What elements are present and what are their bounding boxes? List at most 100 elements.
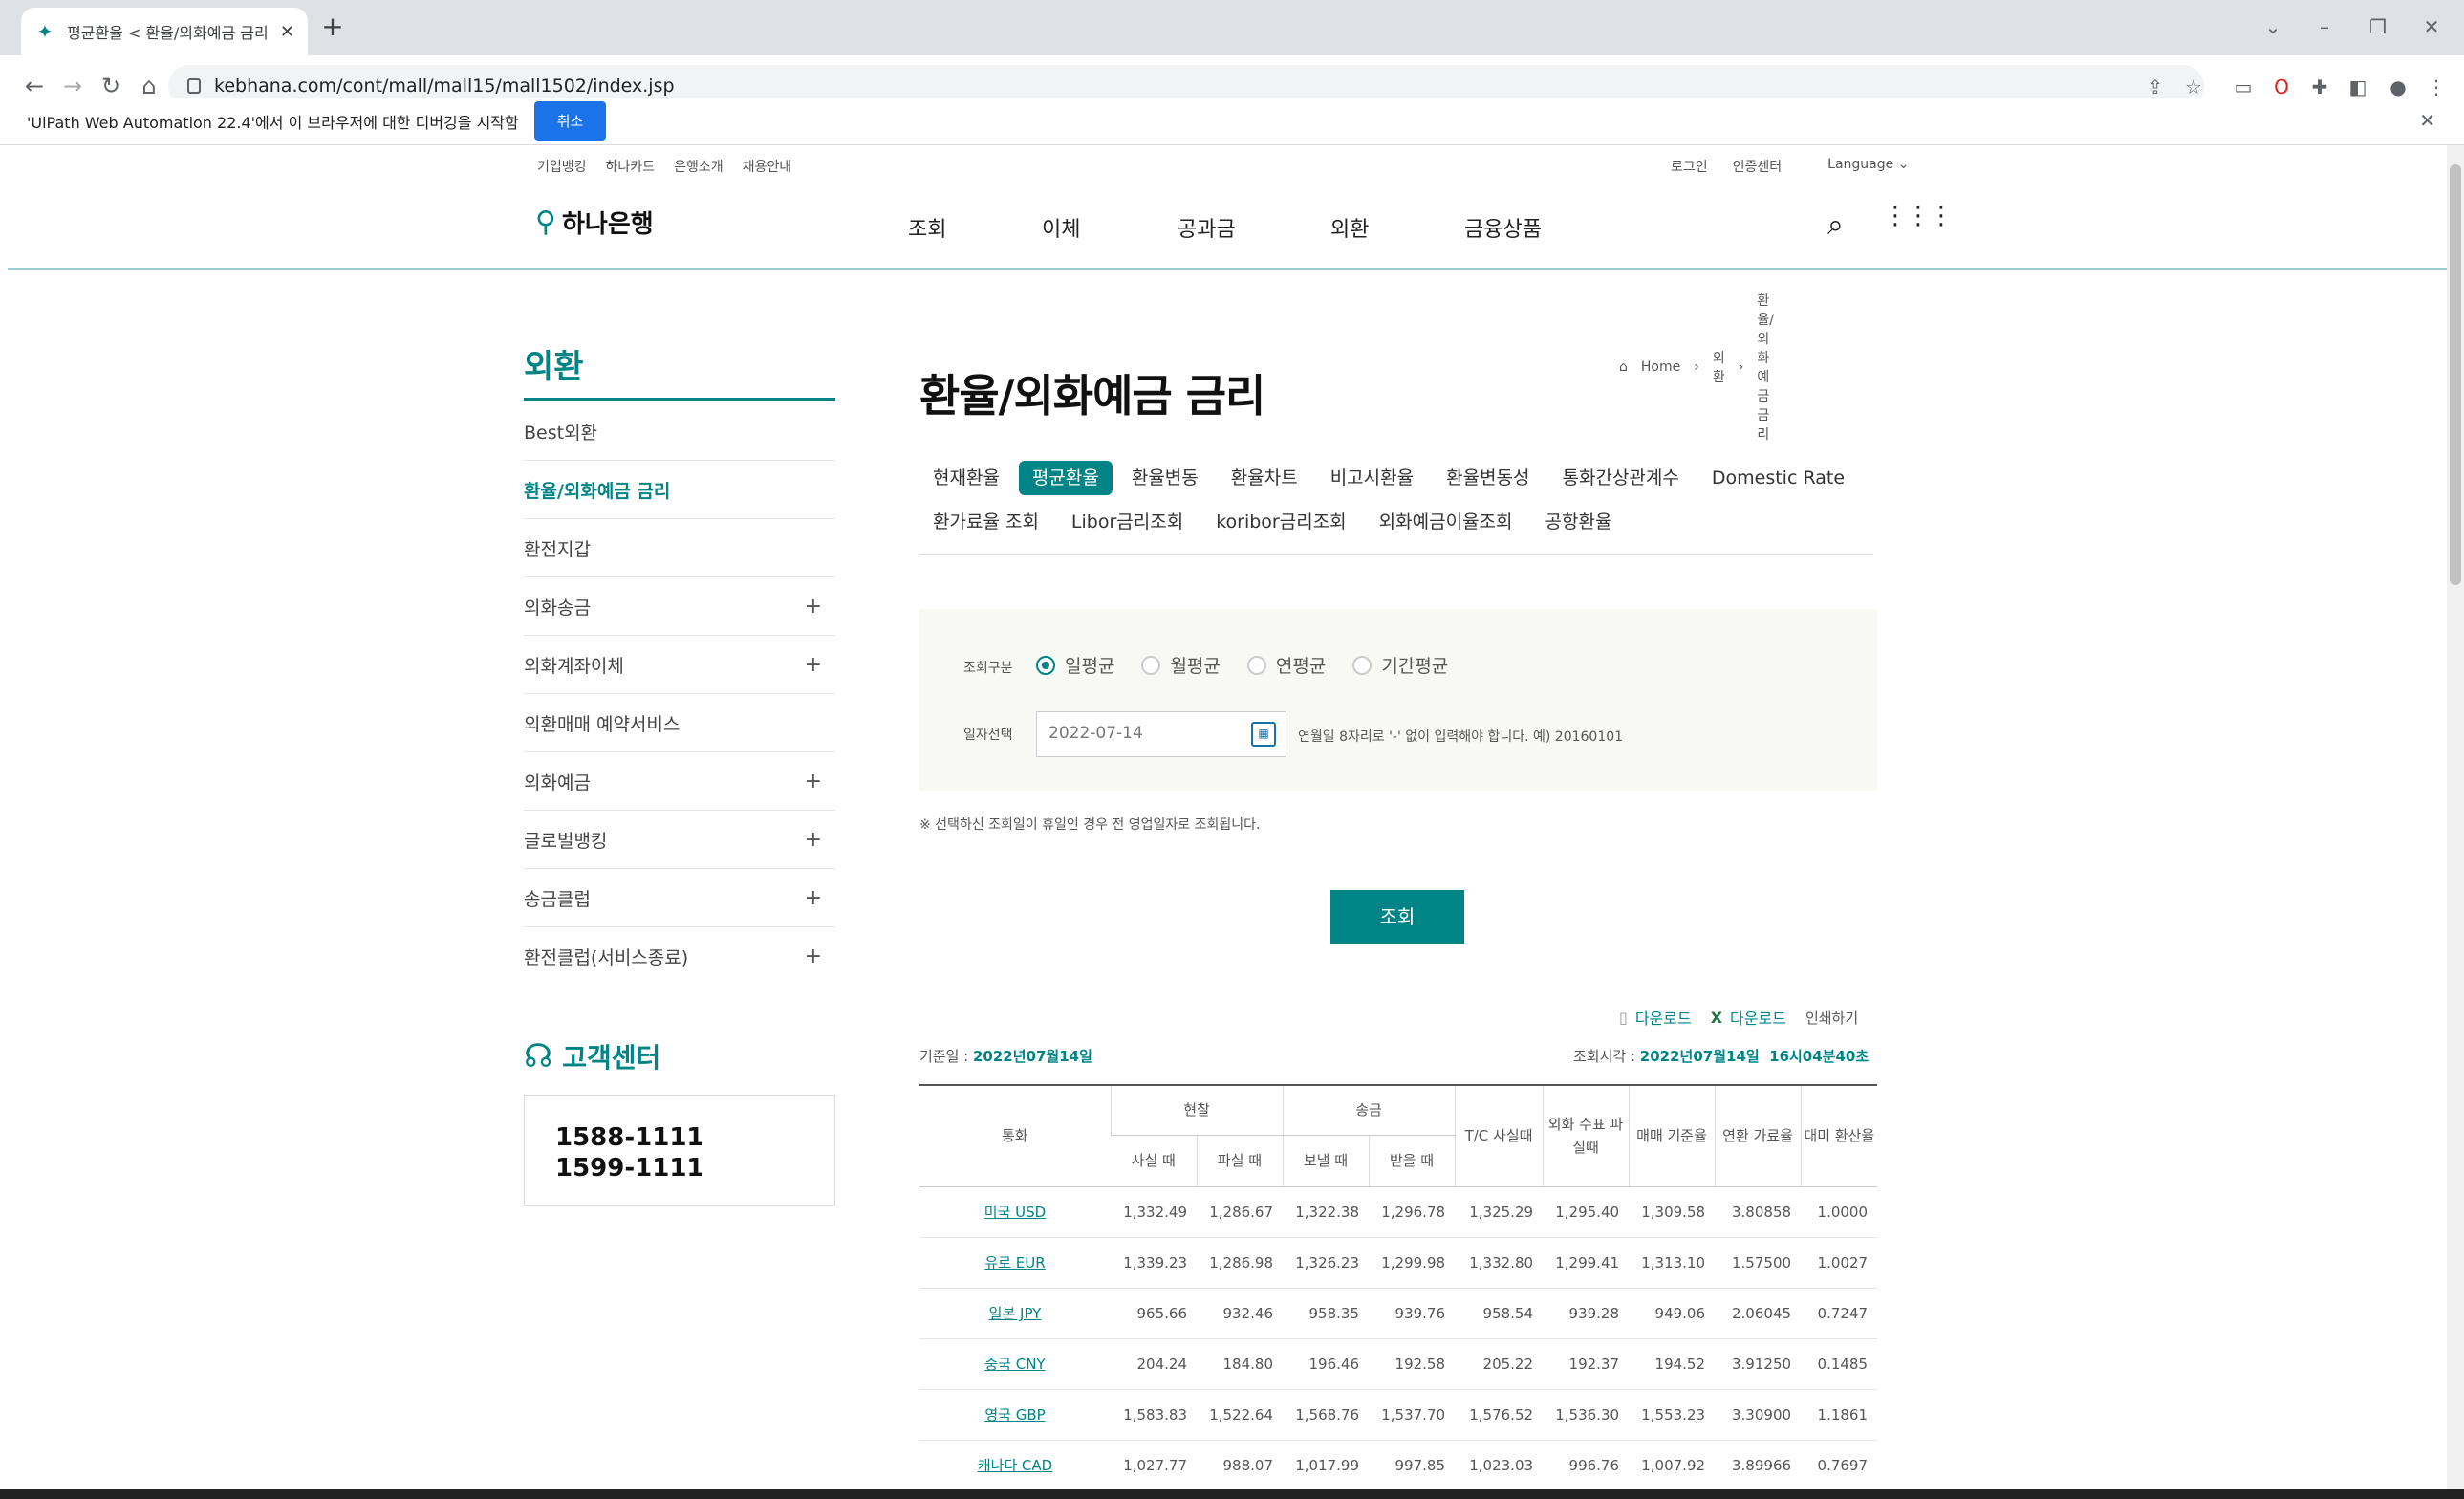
- gnb-foreign-exchange[interactable]: 외환: [1330, 212, 1369, 243]
- download-links: ▯ 다운로드 X 다운로드 인쇄하기: [1619, 1006, 1858, 1029]
- page-scrollbar[interactable]: [2447, 145, 2464, 1499]
- login-link[interactable]: 로그인: [1671, 157, 1708, 176]
- breadcrumb-fx[interactable]: 외환: [1713, 348, 1725, 386]
- search-icon[interactable]: ⌕: [1827, 208, 1844, 242]
- currency-cell: 유로 EUR: [919, 1237, 1111, 1289]
- scrollbar-thumb[interactable]: [2450, 164, 2461, 585]
- language-select[interactable]: Language ⌄: [1827, 157, 1909, 176]
- lnb-item-label: 외환매매 예약서비스: [524, 713, 681, 735]
- plus-icon[interactable]: +: [805, 595, 822, 619]
- tab-search-icon[interactable]: ⌄: [2254, 10, 2292, 44]
- phone-number: 1588-1111: [555, 1123, 704, 1152]
- table-row: 일본 JPY 965.66 932.46 958.35 939.76 958.54 939.…: [919, 1288, 1878, 1339]
- tab-current-rate[interactable]: 현재환율: [919, 461, 1013, 495]
- lnb-item[interactable]: 환전클럽(서비스종료) +: [524, 927, 835, 986]
- currency-link[interactable]: 일본 JPY: [989, 1305, 1042, 1322]
- lnb-item-active[interactable]: 환율/외화예금 금리: [524, 461, 835, 519]
- all-menu-grid-icon[interactable]: ⋮⋮⋮: [1883, 204, 1954, 228]
- radio-dot[interactable]: [1141, 655, 1161, 675]
- close-tab-icon[interactable]: ✕: [280, 22, 294, 42]
- lnb-item[interactable]: 송금클럽 +: [524, 869, 835, 927]
- radio-daily-average[interactable]: 일평균: [1036, 652, 1114, 678]
- customer-center-title: ☊ 고객센터: [524, 1037, 660, 1075]
- minimize-icon[interactable]: –: [2305, 10, 2344, 44]
- subtab-row-1: 현재환율 평균환율 환율변동 환율차트 비고시환율 환율변동성 통화간상관계수 …: [919, 461, 1858, 495]
- plus-icon[interactable]: +: [805, 886, 822, 910]
- hana-logo[interactable]: ⚲ 하나은행: [535, 205, 654, 240]
- infobar-cancel-button[interactable]: 취소: [533, 101, 607, 141]
- tab-koribor[interactable]: koribor금리조회: [1202, 505, 1359, 539]
- tab-exchange-commission[interactable]: 환가료율 조회: [919, 505, 1052, 539]
- print-link[interactable]: 인쇄하기: [1805, 1008, 1858, 1028]
- close-window-icon[interactable]: ✕: [2412, 10, 2451, 44]
- plus-icon[interactable]: +: [805, 945, 822, 968]
- currency-link[interactable]: 영국 GBP: [984, 1406, 1045, 1423]
- currency-link[interactable]: 캐나다 CAD: [978, 1457, 1052, 1474]
- lnb-item[interactable]: 외환매매 예약서비스: [524, 694, 835, 752]
- radio-yearly-average[interactable]: 연평균: [1246, 652, 1326, 678]
- subtab-divider: [919, 554, 1873, 555]
- tab-rate-chart[interactable]: 환율차트: [1218, 461, 1311, 495]
- utility-link[interactable]: 채용안내: [743, 157, 792, 176]
- tab-rate-volatility[interactable]: 환율변동성: [1433, 461, 1543, 495]
- new-tab-icon[interactable]: +: [315, 10, 350, 44]
- download-txt-link[interactable]: ▯ 다운로드: [1619, 1006, 1692, 1029]
- lnb-item[interactable]: 외화송금 +: [524, 577, 835, 636]
- rate-cell: 1,568.76: [1283, 1389, 1370, 1441]
- tab-deposit-rate[interactable]: 외화예금이율조회: [1366, 505, 1526, 539]
- chevron-down-icon: ⌄: [1897, 157, 1910, 172]
- rate-cell: 1,017.99: [1283, 1440, 1370, 1491]
- tab-non-notice-rate[interactable]: 비고시환율: [1317, 461, 1427, 495]
- rate-cell: 939.76: [1369, 1288, 1456, 1339]
- infobar-close-icon[interactable]: ✕: [2419, 109, 2435, 132]
- date-input[interactable]: 2022-07-14 ▦: [1036, 711, 1286, 757]
- currency-link[interactable]: 유로 EUR: [984, 1254, 1045, 1271]
- lnb-item[interactable]: 외화계좌이체 +: [524, 636, 835, 694]
- utility-link[interactable]: 하나카드: [606, 157, 656, 176]
- download-excel-link[interactable]: X 다운로드: [1711, 1006, 1786, 1029]
- radio-dot[interactable]: [1036, 655, 1055, 675]
- home-icon[interactable]: ⌂: [1619, 359, 1628, 375]
- rate-cell: 958.54: [1455, 1288, 1544, 1339]
- breadcrumb-home[interactable]: Home: [1641, 359, 1680, 375]
- gnb-transfer[interactable]: 이체: [1042, 212, 1080, 243]
- tab-airport-rate[interactable]: 공항환율: [1532, 505, 1626, 539]
- tab-domestic-rate[interactable]: Domestic Rate: [1698, 461, 1858, 495]
- plus-icon[interactable]: +: [805, 653, 822, 677]
- gnb-financial-products[interactable]: 금융상품: [1464, 212, 1542, 243]
- lnb-item[interactable]: 외화예금 +: [524, 752, 835, 811]
- browser-tab[interactable]: ✦ 평균환율 < 환율/외화예금 금리 ✕: [21, 8, 308, 55]
- radio-period-average[interactable]: 기간평균: [1352, 652, 1448, 678]
- lnb-item[interactable]: 환전지갑: [524, 519, 835, 577]
- lnb-item[interactable]: 글로벌뱅킹 +: [524, 811, 835, 869]
- utility-link[interactable]: 은행소개: [674, 157, 724, 176]
- radio-monthly-average[interactable]: 월평균: [1141, 652, 1221, 678]
- search-button[interactable]: 조회: [1330, 890, 1464, 944]
- rate-cell: 1,023.03: [1455, 1440, 1544, 1491]
- currency-link[interactable]: 중국 CNY: [984, 1356, 1045, 1373]
- restore-icon[interactable]: ❐: [2359, 10, 2397, 44]
- gnb-inquiry[interactable]: 조회: [908, 212, 946, 243]
- lnb-item[interactable]: Best외환: [524, 402, 835, 461]
- rate-cell: 3.80858: [1715, 1186, 1802, 1238]
- calendar-icon[interactable]: ▦: [1251, 722, 1276, 747]
- phone-number: 1599-1111: [555, 1154, 704, 1183]
- gnb-utility-bill[interactable]: 공과금: [1178, 212, 1236, 243]
- tab-correlation[interactable]: 통화간상관계수: [1549, 461, 1693, 495]
- rate-cell: 194.52: [1629, 1338, 1716, 1390]
- radio-dot[interactable]: [1352, 655, 1372, 675]
- plus-icon[interactable]: +: [805, 828, 822, 852]
- header-cash-buy: 사실 때: [1111, 1135, 1197, 1187]
- tab-rate-change[interactable]: 환율변동: [1118, 461, 1212, 495]
- rate-cell: 958.35: [1283, 1288, 1370, 1339]
- utility-link[interactable]: 기업뱅킹: [537, 157, 587, 176]
- certificate-center-link[interactable]: 인증센터: [1733, 157, 1783, 176]
- tab-libor[interactable]: Libor금리조회: [1058, 505, 1197, 539]
- radio-dot[interactable]: [1246, 655, 1266, 675]
- tab-average-rate[interactable]: 평균환율: [1018, 461, 1113, 495]
- currency-link[interactable]: 미국 USD: [984, 1204, 1046, 1221]
- header-usd-rate: 대미 환산율: [1800, 1084, 1878, 1187]
- rate-cell: 997.85: [1369, 1440, 1456, 1491]
- rate-cell: 988.07: [1197, 1440, 1284, 1491]
- plus-icon[interactable]: +: [805, 770, 822, 793]
